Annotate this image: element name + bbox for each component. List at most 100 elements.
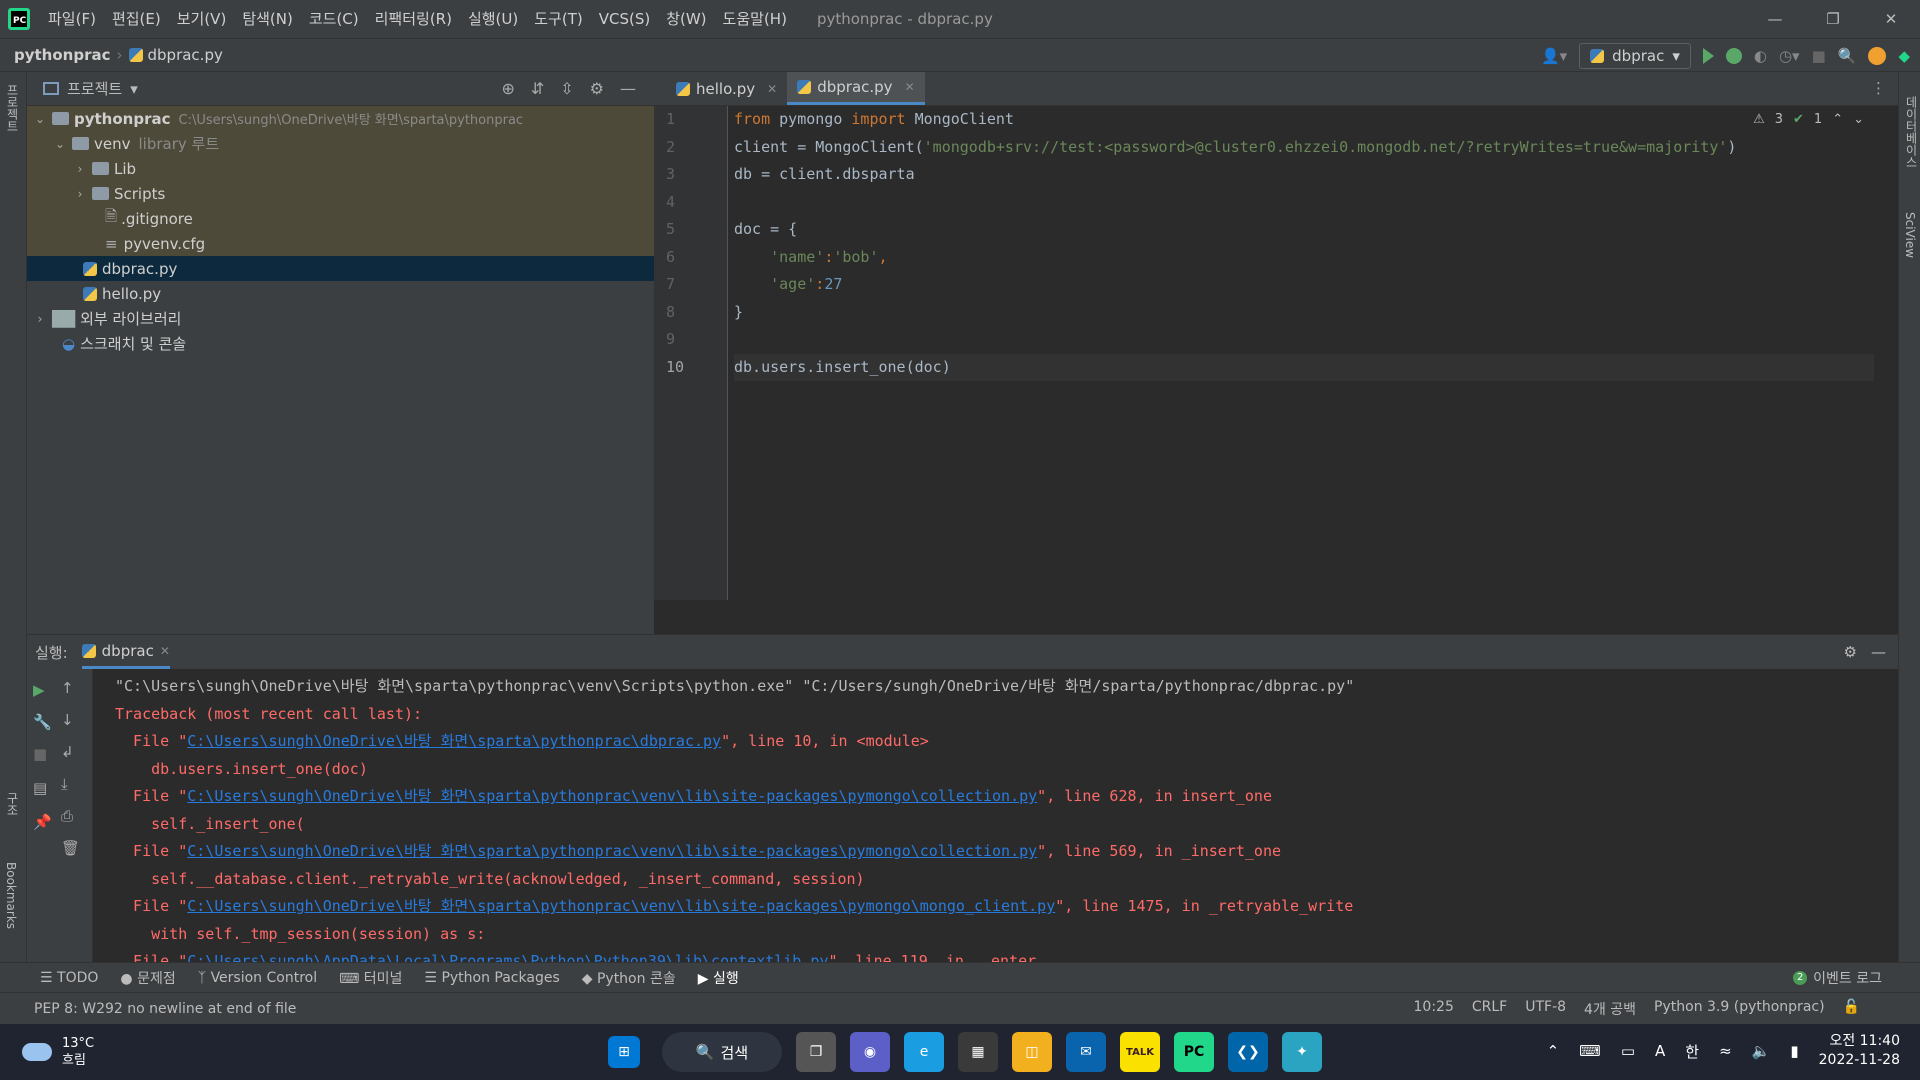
jetbrains-icon[interactable]: ◆ <box>1898 47 1910 65</box>
status-message[interactable]: PEP 8: W292 no newline at end of file <box>0 1001 296 1017</box>
python-interpreter[interactable]: Python 3.9 (pythonprac) <box>1654 999 1825 1019</box>
pycharm-taskbar-icon[interactable]: PC <box>1174 1032 1214 1072</box>
chevron-down-icon[interactable]: ⌄ <box>33 112 47 126</box>
tree-item-gitignore[interactable]: 🗎 .gitignore <box>27 206 654 231</box>
run-icon[interactable] <box>1702 48 1714 64</box>
console-file-link[interactable]: C:\Users\sungh\OneDrive\바탕 화면\sparta\pyt… <box>187 842 1037 860</box>
expand-all-icon[interactable]: ⇵ <box>531 79 544 98</box>
battery-icon[interactable]: ▮ <box>1790 1042 1798 1060</box>
coverage-icon[interactable]: ◐ <box>1754 47 1767 65</box>
console-file-link[interactable]: C:\Users\sungh\OneDrive\바탕 화면\sparta\pyt… <box>187 787 1037 805</box>
lock-icon[interactable]: 🔓 <box>1843 999 1860 1019</box>
file-explorer-icon[interactable]: ◫ <box>1012 1032 1052 1072</box>
stop-icon[interactable]: ■ <box>33 745 47 763</box>
project-panel-title[interactable]: 프로젝트 <box>67 78 122 99</box>
code-line[interactable]: db = client.dbsparta <box>734 161 1874 189</box>
tool-tab-python-packages[interactable]: ☰ Python Packages <box>424 970 559 986</box>
caret-position[interactable]: 10:25 <box>1414 999 1454 1019</box>
tool-tab-project[interactable]: 프로젝트 <box>4 84 21 132</box>
code-line[interactable]: 'age':27 <box>734 271 1874 299</box>
task-view-icon[interactable]: ❐ <box>796 1032 836 1072</box>
profile-icon[interactable]: ◷▾ <box>1779 47 1800 65</box>
more-icon[interactable]: ⋮ <box>1871 79 1898 105</box>
line-separator[interactable]: CRLF <box>1472 999 1507 1019</box>
tool-tab-todo[interactable]: ☰ TODO <box>40 970 98 986</box>
gear-icon[interactable]: ⚙ <box>1844 643 1857 661</box>
gear-icon[interactable]: ⚙ <box>590 79 604 98</box>
tool-tab-sciview[interactable]: SciView <box>1903 212 1917 258</box>
indent-setting[interactable]: 4개 공백 <box>1584 999 1636 1019</box>
menu-tools[interactable]: 도구(T) <box>526 0 590 38</box>
tree-item-pyvenv-cfg[interactable]: ≡ pyvenv.cfg <box>27 231 654 256</box>
mail-icon[interactable]: ✉ <box>1066 1032 1106 1072</box>
tree-item-pythonprac[interactable]: ⌄ pythonprac C:\Users\sungh\OneDrive\바탕 화… <box>27 106 654 131</box>
tree-item-dbprac-py[interactable]: dbprac.py <box>27 256 654 281</box>
tab-hello-py[interactable]: hello.py ✕ <box>666 72 787 105</box>
tool-tab-bookmarks[interactable]: Bookmarks <box>4 862 18 929</box>
close-icon[interactable]: ✕ <box>905 80 915 94</box>
tab-dbprac-py[interactable]: dbprac.py ✕ <box>787 72 925 105</box>
taskbar-search[interactable]: 🔍 검색 <box>662 1032 782 1072</box>
file-encoding[interactable]: UTF-8 <box>1525 999 1566 1019</box>
chevron-down-icon[interactable]: ⌄ <box>1853 112 1864 127</box>
code-line[interactable]: 'name':'bob', <box>734 244 1874 272</box>
update-icon[interactable] <box>1868 47 1887 65</box>
weather-widget[interactable]: 13°C 흐림 <box>0 1035 94 1069</box>
user-icon[interactable]: 👤▾ <box>1541 47 1567 65</box>
tree-item-hello-py[interactable]: hello.py <box>27 281 654 306</box>
tree-item-scripts[interactable]: › Scripts <box>27 181 654 206</box>
chevron-right-icon[interactable]: › <box>73 187 87 201</box>
wifi-icon[interactable]: ≈ <box>1719 1042 1732 1060</box>
kakaotalk-icon[interactable]: TALK <box>1120 1032 1160 1072</box>
tool-tab-database[interactable]: 데이터베이스 <box>1903 96 1920 168</box>
clock[interactable]: 오전 11:40 2022-11-28 <box>1819 1032 1900 1070</box>
tree-item-venv[interactable]: ⌄ venv library 루트 <box>27 131 654 156</box>
volume-icon[interactable]: 🔈 <box>1752 1042 1771 1060</box>
chevron-down-icon[interactable]: ▾ <box>130 80 138 98</box>
stop-icon[interactable]: ■ <box>1812 47 1826 65</box>
keyboard-icon[interactable]: ⌨ <box>1579 1042 1601 1060</box>
code-line[interactable]: client = MongoClient('mongodb+srv://test… <box>734 134 1874 162</box>
chevron-down-icon[interactable]: ⌄ <box>53 137 67 151</box>
inspection-widget[interactable]: ⚠ 3 ✔ 1 ⌃ ⌄ <box>1753 112 1864 127</box>
teams-chat-icon[interactable]: ◉ <box>850 1032 890 1072</box>
event-log-button[interactable]: 2 이벤트 로그 <box>1793 968 1920 988</box>
collapse-all-icon[interactable]: ⇳ <box>560 79 573 98</box>
ime-mode-han[interactable]: 한 <box>1685 1041 1699 1062</box>
ime-mode-a[interactable]: A <box>1655 1042 1665 1060</box>
chevron-up-icon[interactable]: ⌃ <box>1832 112 1843 127</box>
tool-tab-terminal[interactable]: ⌨ 터미널 <box>339 968 402 988</box>
run-tab-dbprac[interactable]: dbprac ✕ <box>81 635 170 669</box>
tablet-icon[interactable]: ▭ <box>1621 1042 1635 1060</box>
layout-icon[interactable]: ▤ <box>33 779 47 797</box>
edge-icon[interactable]: e <box>904 1032 944 1072</box>
app-icon[interactable]: ✦ <box>1282 1032 1322 1072</box>
chevron-right-icon[interactable]: › <box>33 312 47 326</box>
close-icon[interactable]: ✕ <box>767 82 777 96</box>
code-line[interactable]: doc = { <box>734 216 1874 244</box>
menu-refactor[interactable]: 리팩터링(R) <box>367 0 460 38</box>
tool-tab-run[interactable]: ▶ 실행 <box>698 968 739 988</box>
tree-item-external-libraries[interactable]: › ██ 외부 라이브러리 <box>27 306 654 331</box>
code-line[interactable]: } <box>734 299 1874 327</box>
menu-vcs[interactable]: VCS(S) <box>591 0 658 38</box>
breadcrumb-file[interactable]: dbprac.py <box>128 46 223 64</box>
code-line[interactable] <box>734 189 1874 217</box>
tool-tab-problems[interactable]: ● 문제점 <box>120 968 175 988</box>
code-line[interactable]: from pymongo import MongoClient <box>734 106 1874 134</box>
tree-item-scratches[interactable]: ◒ 스크래치 및 콘솔 <box>27 331 654 356</box>
breadcrumb-project[interactable]: pythonprac <box>0 46 111 64</box>
menu-help[interactable]: 도움말(H) <box>715 0 795 38</box>
console-file-link[interactable]: C:\Users\sungh\OneDrive\바탕 화면\sparta\pyt… <box>187 732 721 750</box>
hide-icon[interactable]: — <box>620 79 636 98</box>
arrow-up-icon[interactable]: ↑ <box>61 679 74 697</box>
start-icon[interactable]: ⊞ <box>608 1036 640 1068</box>
code-area[interactable]: from pymongo import MongoClient client =… <box>734 106 1874 381</box>
soft-wrap-icon[interactable]: ↲ <box>61 743 74 761</box>
vscode-icon[interactable]: ❮❯ <box>1228 1032 1268 1072</box>
console-file-link[interactable]: C:\Users\sungh\OneDrive\바탕 화면\sparta\pyt… <box>187 897 1055 915</box>
console-output[interactable]: "C:\Users\sungh\OneDrive\바탕 화면\sparta\py… <box>115 673 1875 966</box>
debug-icon[interactable] <box>1725 48 1742 64</box>
hide-icon[interactable]: — <box>1871 643 1898 661</box>
wrench-icon[interactable]: 🔧 <box>33 713 52 731</box>
